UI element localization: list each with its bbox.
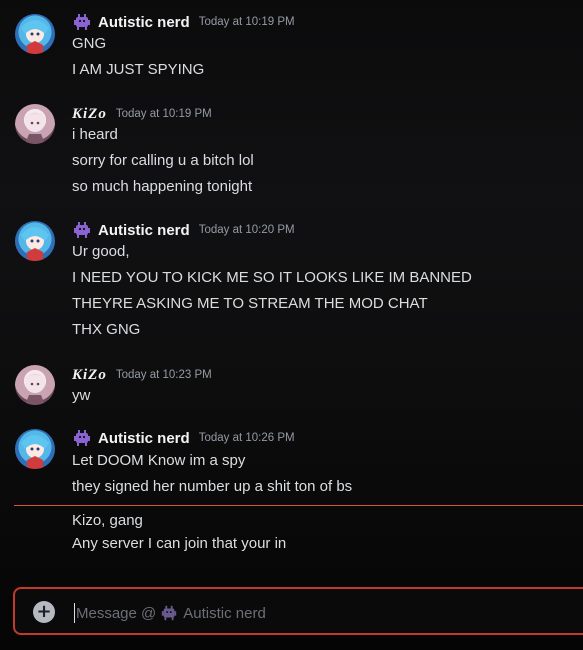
timestamp: Today at 10:20 PM [198, 224, 295, 236]
message-line: so much happening tonight [72, 178, 253, 195]
message-header: Autistic nerd Today at 10:20 PM [72, 220, 295, 240]
username[interactable]: Autistic nerd [98, 430, 190, 447]
timestamp: Today at 10:19 PM [115, 108, 212, 120]
username[interactable]: KiZo [72, 106, 107, 123]
avatar[interactable] [15, 365, 55, 405]
text-caret [74, 603, 75, 623]
alien-monster-icon [74, 430, 90, 446]
avatar[interactable] [15, 429, 55, 469]
message-line: Kizo, gang [72, 512, 143, 529]
alien-monster-icon [162, 605, 177, 621]
message-line: i heard [72, 126, 118, 143]
message-header: KiZo Today at 10:23 PM [72, 365, 212, 385]
message-line: Any server I can join that your in [72, 535, 287, 552]
message-header: KiZo Today at 10:19 PM [72, 104, 212, 124]
message-line: I NEED YOU TO KICK ME SO IT LOOKS LIKE I… [72, 269, 472, 286]
avatar[interactable] [15, 14, 55, 54]
message-input-placeholder[interactable]: Message @ Autistic nerd [76, 603, 266, 623]
username[interactable]: KiZo [72, 367, 107, 384]
placeholder-name: Autistic nerd [183, 604, 266, 622]
username[interactable]: Autistic nerd [98, 14, 190, 31]
avatar[interactable] [15, 104, 55, 144]
message-header: Autistic nerd Today at 10:26 PM [72, 428, 295, 448]
alien-monster-icon [74, 222, 90, 238]
username[interactable]: Autistic nerd [98, 222, 190, 239]
message-line: THX GNG [72, 321, 141, 338]
new-messages-divider [14, 505, 583, 506]
message-line: they signed her number up a shit ton of … [72, 478, 353, 495]
message-line: I AM JUST SPYING [72, 61, 205, 78]
plus-circle-icon[interactable]: + [33, 601, 55, 623]
timestamp: Today at 10:19 PM [198, 16, 295, 28]
alien-monster-icon [74, 14, 90, 30]
message-line: Let DOOM Know im a spy [72, 452, 246, 469]
message-line: THEYRE ASKING ME TO STREAM THE MOD CHAT [72, 295, 428, 312]
message-line: sorry for calling u a bitch lol [72, 152, 254, 169]
timestamp: Today at 10:26 PM [198, 432, 295, 444]
message-header: Autistic nerd Today at 10:19 PM [72, 12, 295, 32]
message-composer[interactable]: + Message @ Autistic nerd [13, 587, 583, 635]
message-line: yw [72, 387, 91, 404]
avatar[interactable] [15, 221, 55, 261]
placeholder-prefix: Message @ [76, 604, 157, 622]
timestamp: Today at 10:23 PM [115, 369, 212, 381]
chat-scroller[interactable]: Autistic nerd Today at 10:19 PM GNG I AM… [0, 0, 583, 575]
message-line: Ur good, [72, 243, 130, 260]
message-line: GNG [72, 35, 107, 52]
